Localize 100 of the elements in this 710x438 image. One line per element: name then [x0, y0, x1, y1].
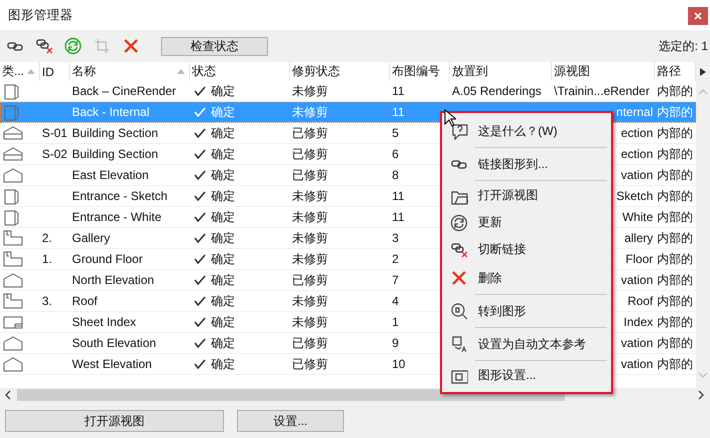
open-source-view-button[interactable]: 打开源视图: [5, 410, 224, 432]
table-cell: vation: [620, 357, 653, 371]
table-cell: 确定: [211, 166, 235, 184]
table-cell: Back - Internal: [72, 105, 150, 119]
table-cell: 内部的: [657, 82, 693, 100]
table-cell: 3: [392, 231, 399, 245]
table-cell: ection: [620, 126, 653, 140]
table-cell: 确定: [211, 314, 235, 330]
table-cell: 未修剪: [292, 230, 328, 246]
table-cell: 内部的: [657, 356, 693, 372]
table-cell: 内部的: [657, 292, 693, 310]
table-cell: 未修剪: [292, 314, 328, 330]
table-cell: West Elevation: [72, 357, 152, 371]
table-cell: East Elevation: [72, 168, 149, 182]
table-cell: 11: [392, 84, 404, 98]
table-cell: 内部的: [657, 146, 693, 162]
table-cell: Entrance - Sketch: [72, 189, 168, 203]
table-cell: 确定: [211, 208, 235, 226]
table-cell: 未修剪: [292, 292, 328, 310]
table-cell: Gallery: [72, 231, 110, 245]
table-cell: 内部的: [657, 250, 693, 268]
table-cell: 确定: [211, 82, 235, 100]
table-cell: 未修剪: [292, 82, 328, 100]
table-cell: 确定: [211, 250, 235, 268]
table-cell: 已修剪: [292, 334, 328, 352]
table-cell: Building Section: [72, 126, 158, 140]
table-cell: 确定: [211, 146, 235, 162]
table-cell: Building Section: [72, 147, 158, 161]
table-cell: 确定: [211, 272, 235, 288]
check-status-button[interactable]: 检查状态: [161, 36, 268, 56]
table-cell: ection: [620, 147, 653, 161]
table-cell: 内部的: [657, 166, 693, 184]
table-cell: Sketch: [616, 189, 653, 203]
column-header[interactable]: 布图编号: [390, 62, 450, 81]
column-header[interactable]: 类...: [0, 62, 40, 81]
table-cell: 确定: [211, 292, 235, 310]
table-cell: 确定: [211, 124, 235, 142]
window-title: 图形管理器: [8, 6, 73, 24]
selection-count: 选定的: 1: [658, 38, 708, 54]
table-cell: 1: [392, 315, 399, 329]
column-header[interactable]: 源视图: [552, 62, 655, 81]
table-cell: 5: [392, 126, 399, 140]
table-cell: White: [622, 210, 653, 224]
table-cell: allery: [624, 231, 653, 245]
table-cell: 内部的: [657, 104, 693, 120]
table-cell: vation: [620, 168, 653, 182]
table-cell: Roof: [628, 294, 653, 308]
table-cell: Roof: [72, 294, 98, 308]
table-cell: 内部的: [657, 314, 693, 330]
table-cell: 3.: [42, 294, 52, 308]
column-header[interactable]: 修剪状态: [290, 62, 390, 81]
table-cell: 内部的: [657, 124, 693, 142]
table-cell: Floor: [626, 252, 653, 266]
table-cell: 内部的: [657, 334, 693, 352]
column-header[interactable]: ID: [40, 62, 70, 81]
table-cell: Index: [624, 315, 653, 329]
table-cell: 4: [392, 294, 399, 308]
table-cell: 11: [392, 105, 404, 119]
table-cell: 1.: [42, 252, 52, 266]
table-cell: \Trainin...eRender: [554, 84, 650, 98]
table-cell: 内部的: [657, 188, 693, 204]
table-cell: 11: [392, 210, 404, 224]
table-cell: 已修剪: [292, 356, 328, 372]
table-cell: nternal: [616, 105, 653, 119]
table-cell: 确定: [211, 188, 235, 204]
table-cell: 确定: [211, 356, 235, 372]
table-cell: 确定: [211, 230, 235, 246]
table-cell: 2.: [42, 231, 52, 245]
table-cell: 内部的: [657, 272, 693, 288]
table-cell: A.05 Renderings: [452, 84, 542, 98]
table-cell: S-01: [42, 126, 68, 140]
table-cell: 未修剪: [292, 250, 328, 268]
table-cell: 已修剪: [292, 272, 328, 288]
table-cell: Sheet Index: [72, 315, 136, 329]
table-cell: Entrance - White: [72, 210, 162, 224]
table-cell: 未修剪: [292, 104, 328, 120]
table-cell: 11: [392, 189, 404, 203]
table-cell: 9: [392, 336, 399, 350]
table-cell: 6: [392, 147, 399, 161]
column-header[interactable]: 名称: [70, 62, 190, 81]
table-cell: South Elevation: [72, 336, 156, 350]
column-header[interactable]: 路径: [655, 62, 696, 81]
table-cell: 确定: [211, 334, 235, 352]
table-cell: 确定: [211, 104, 235, 120]
table-cell: 内部的: [657, 208, 693, 226]
table-cell: 2: [392, 252, 399, 266]
table-cell: Back – CineRender: [72, 84, 176, 98]
table-cell: 8: [392, 168, 399, 182]
table-cell: 7: [392, 273, 399, 287]
settings-button[interactable]: 设置...: [237, 410, 344, 432]
table-cell: 内部的: [657, 230, 693, 246]
column-header[interactable]: 状态: [190, 62, 290, 81]
table-cell: 未修剪: [292, 208, 328, 226]
table-cell: S-02: [42, 147, 68, 161]
table-cell: 已修剪: [292, 146, 328, 162]
table-cell: vation: [620, 273, 653, 287]
table-cell: 10: [392, 357, 406, 371]
column-header[interactable]: 放置到: [450, 62, 552, 81]
table-cell: 已修剪: [292, 124, 328, 142]
table-cell: 未修剪: [292, 188, 328, 204]
